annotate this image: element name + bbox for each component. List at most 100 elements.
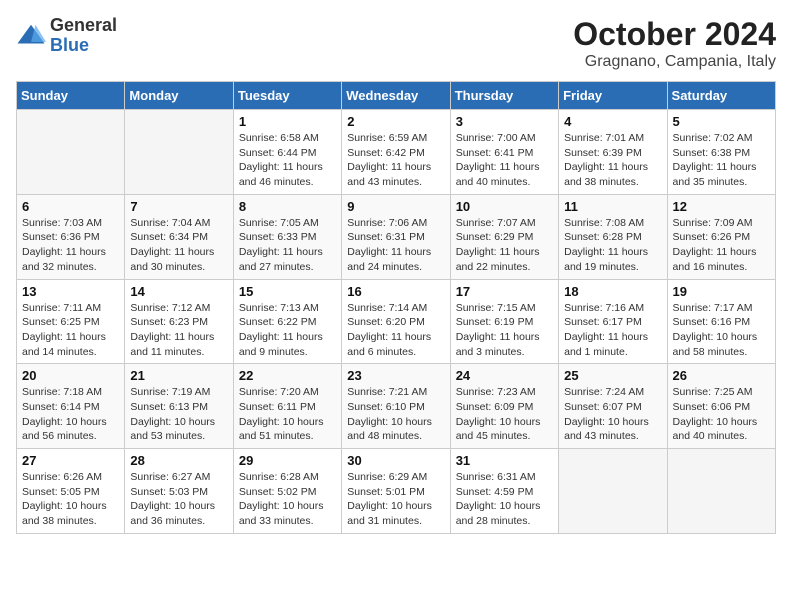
day-info: Sunrise: 7:03 AM Sunset: 6:36 PM Dayligh… — [22, 216, 119, 275]
calendar-week-row: 6 Sunrise: 7:03 AM Sunset: 6:36 PM Daylig… — [17, 194, 776, 279]
calendar-cell: 11Sunrise: 7:08 AM Sunset: 6:28 PM Dayli… — [559, 194, 667, 279]
weekday-header: Saturday — [667, 82, 775, 110]
weekday-header: Monday — [125, 82, 233, 110]
calendar-cell: 20Sunrise: 7:18 AM Sunset: 6:14 PM Dayli… — [17, 364, 125, 449]
day-number: 22 — [239, 368, 336, 383]
day-info: Sunrise: 6:27 AM Sunset: 5:03 PM Dayligh… — [130, 470, 227, 529]
calendar-cell: 27 Sunrise: 6:26 AM Sunset: 5:05 PM Dayli… — [17, 449, 125, 534]
day-info: Sunrise: 7:12 AM Sunset: 6:23 PM Dayligh… — [130, 301, 227, 360]
calendar-cell: 6 Sunrise: 7:03 AM Sunset: 6:36 PM Daylig… — [17, 194, 125, 279]
day-number: 13 — [22, 284, 119, 299]
day-info: Sunrise: 7:18 AM Sunset: 6:14 PM Dayligh… — [22, 385, 119, 444]
calendar-week-row: 27 Sunrise: 6:26 AM Sunset: 5:05 PM Dayli… — [17, 449, 776, 534]
day-number: 10 — [456, 199, 553, 214]
day-info: Sunrise: 6:26 AM Sunset: 5:05 PM Dayligh… — [22, 470, 119, 529]
calendar-cell: 24 Sunrise: 7:23 AM Sunset: 6:09 PM Dayli… — [450, 364, 558, 449]
day-info: Sunrise: 7:13 AM Sunset: 6:22 PM Dayligh… — [239, 301, 336, 360]
calendar-cell: 19Sunrise: 7:17 AM Sunset: 6:16 PM Dayli… — [667, 279, 775, 364]
logo-text: General Blue — [50, 16, 117, 56]
day-number: 30 — [347, 453, 444, 468]
day-number: 9 — [347, 199, 444, 214]
weekday-header: Wednesday — [342, 82, 450, 110]
day-info: Sunrise: 7:14 AM Sunset: 6:20 PM Dayligh… — [347, 301, 444, 360]
calendar-cell: 26 Sunrise: 7:25 AM Sunset: 6:06 PM Dayli… — [667, 364, 775, 449]
calendar-cell: 22 Sunrise: 7:20 AM Sunset: 6:11 PM Dayli… — [233, 364, 341, 449]
logo-icon — [16, 21, 46, 51]
calendar-header-row: SundayMondayTuesdayWednesdayThursdayFrid… — [17, 82, 776, 110]
day-info: Sunrise: 6:59 AM Sunset: 6:42 PM Dayligh… — [347, 131, 444, 190]
day-info: Sunrise: 7:21 AM Sunset: 6:10 PM Dayligh… — [347, 385, 444, 444]
day-number: 14 — [130, 284, 227, 299]
page-header: General Blue October 2024 Gragnano, Camp… — [16, 16, 776, 71]
day-number: 28 — [130, 453, 227, 468]
calendar-cell: 30 Sunrise: 6:29 AM Sunset: 5:01 PM Dayli… — [342, 449, 450, 534]
day-number: 17 — [456, 284, 553, 299]
calendar-cell: 2 Sunrise: 6:59 AM Sunset: 6:42 PM Daylig… — [342, 110, 450, 195]
calendar-cell: 4 Sunrise: 7:01 AM Sunset: 6:39 PM Daylig… — [559, 110, 667, 195]
calendar-week-row: 20Sunrise: 7:18 AM Sunset: 6:14 PM Dayli… — [17, 364, 776, 449]
day-info: Sunrise: 7:05 AM Sunset: 6:33 PM Dayligh… — [239, 216, 336, 275]
day-number: 19 — [673, 284, 770, 299]
calendar-week-row: 1 Sunrise: 6:58 AM Sunset: 6:44 PM Daylig… — [17, 110, 776, 195]
calendar-cell: 14 Sunrise: 7:12 AM Sunset: 6:23 PM Dayli… — [125, 279, 233, 364]
calendar-cell — [667, 449, 775, 534]
day-info: Sunrise: 7:06 AM Sunset: 6:31 PM Dayligh… — [347, 216, 444, 275]
day-number: 21 — [130, 368, 227, 383]
calendar-body: 1 Sunrise: 6:58 AM Sunset: 6:44 PM Daylig… — [17, 110, 776, 534]
page-title: October 2024 — [573, 16, 776, 53]
calendar-cell: 21Sunrise: 7:19 AM Sunset: 6:13 PM Dayli… — [125, 364, 233, 449]
day-info: Sunrise: 7:25 AM Sunset: 6:06 PM Dayligh… — [673, 385, 770, 444]
calendar-cell: 28 Sunrise: 6:27 AM Sunset: 5:03 PM Dayli… — [125, 449, 233, 534]
calendar-cell: 5Sunrise: 7:02 AM Sunset: 6:38 PM Daylig… — [667, 110, 775, 195]
calendar-table: SundayMondayTuesdayWednesdayThursdayFrid… — [16, 81, 776, 534]
day-info: Sunrise: 7:08 AM Sunset: 6:28 PM Dayligh… — [564, 216, 661, 275]
day-info: Sunrise: 6:58 AM Sunset: 6:44 PM Dayligh… — [239, 131, 336, 190]
calendar-cell: 8 Sunrise: 7:05 AM Sunset: 6:33 PM Daylig… — [233, 194, 341, 279]
day-info: Sunrise: 7:07 AM Sunset: 6:29 PM Dayligh… — [456, 216, 553, 275]
weekday-header: Thursday — [450, 82, 558, 110]
page-subtitle: Gragnano, Campania, Italy — [573, 53, 776, 71]
day-info: Sunrise: 6:28 AM Sunset: 5:02 PM Dayligh… — [239, 470, 336, 529]
calendar-cell: 7Sunrise: 7:04 AM Sunset: 6:34 PM Daylig… — [125, 194, 233, 279]
calendar-cell: 3 Sunrise: 7:00 AM Sunset: 6:41 PM Daylig… — [450, 110, 558, 195]
calendar-cell: 9 Sunrise: 7:06 AM Sunset: 6:31 PM Daylig… — [342, 194, 450, 279]
title-block: October 2024 Gragnano, Campania, Italy — [573, 16, 776, 71]
day-info: Sunrise: 7:24 AM Sunset: 6:07 PM Dayligh… — [564, 385, 661, 444]
calendar-cell: 23Sunrise: 7:21 AM Sunset: 6:10 PM Dayli… — [342, 364, 450, 449]
day-number: 27 — [22, 453, 119, 468]
day-number: 18 — [564, 284, 661, 299]
day-number: 24 — [456, 368, 553, 383]
day-info: Sunrise: 7:16 AM Sunset: 6:17 PM Dayligh… — [564, 301, 661, 360]
day-info: Sunrise: 6:29 AM Sunset: 5:01 PM Dayligh… — [347, 470, 444, 529]
day-number: 2 — [347, 114, 444, 129]
calendar-cell: 13 Sunrise: 7:11 AM Sunset: 6:25 PM Dayli… — [17, 279, 125, 364]
calendar-cell: 12Sunrise: 7:09 AM Sunset: 6:26 PM Dayli… — [667, 194, 775, 279]
day-info: Sunrise: 7:09 AM Sunset: 6:26 PM Dayligh… — [673, 216, 770, 275]
day-info: Sunrise: 7:15 AM Sunset: 6:19 PM Dayligh… — [456, 301, 553, 360]
calendar-cell: 1 Sunrise: 6:58 AM Sunset: 6:44 PM Daylig… — [233, 110, 341, 195]
calendar-cell: 18 Sunrise: 7:16 AM Sunset: 6:17 PM Dayli… — [559, 279, 667, 364]
day-number: 1 — [239, 114, 336, 129]
day-number: 8 — [239, 199, 336, 214]
day-info: Sunrise: 7:23 AM Sunset: 6:09 PM Dayligh… — [456, 385, 553, 444]
day-info: Sunrise: 7:11 AM Sunset: 6:25 PM Dayligh… — [22, 301, 119, 360]
calendar-week-row: 13 Sunrise: 7:11 AM Sunset: 6:25 PM Dayli… — [17, 279, 776, 364]
day-number: 25 — [564, 368, 661, 383]
calendar-cell: 10 Sunrise: 7:07 AM Sunset: 6:29 PM Dayli… — [450, 194, 558, 279]
calendar-cell: 29Sunrise: 6:28 AM Sunset: 5:02 PM Dayli… — [233, 449, 341, 534]
calendar-cell: 15 Sunrise: 7:13 AM Sunset: 6:22 PM Dayli… — [233, 279, 341, 364]
day-number: 6 — [22, 199, 119, 214]
day-info: Sunrise: 7:20 AM Sunset: 6:11 PM Dayligh… — [239, 385, 336, 444]
day-number: 26 — [673, 368, 770, 383]
day-info: Sunrise: 6:31 AM Sunset: 4:59 PM Dayligh… — [456, 470, 553, 529]
calendar-cell: 31Sunrise: 6:31 AM Sunset: 4:59 PM Dayli… — [450, 449, 558, 534]
day-number: 15 — [239, 284, 336, 299]
logo: General Blue — [16, 16, 117, 56]
day-number: 4 — [564, 114, 661, 129]
day-info: Sunrise: 7:00 AM Sunset: 6:41 PM Dayligh… — [456, 131, 553, 190]
day-number: 3 — [456, 114, 553, 129]
weekday-header: Tuesday — [233, 82, 341, 110]
day-number: 16 — [347, 284, 444, 299]
calendar-cell — [17, 110, 125, 195]
day-info: Sunrise: 7:01 AM Sunset: 6:39 PM Dayligh… — [564, 131, 661, 190]
